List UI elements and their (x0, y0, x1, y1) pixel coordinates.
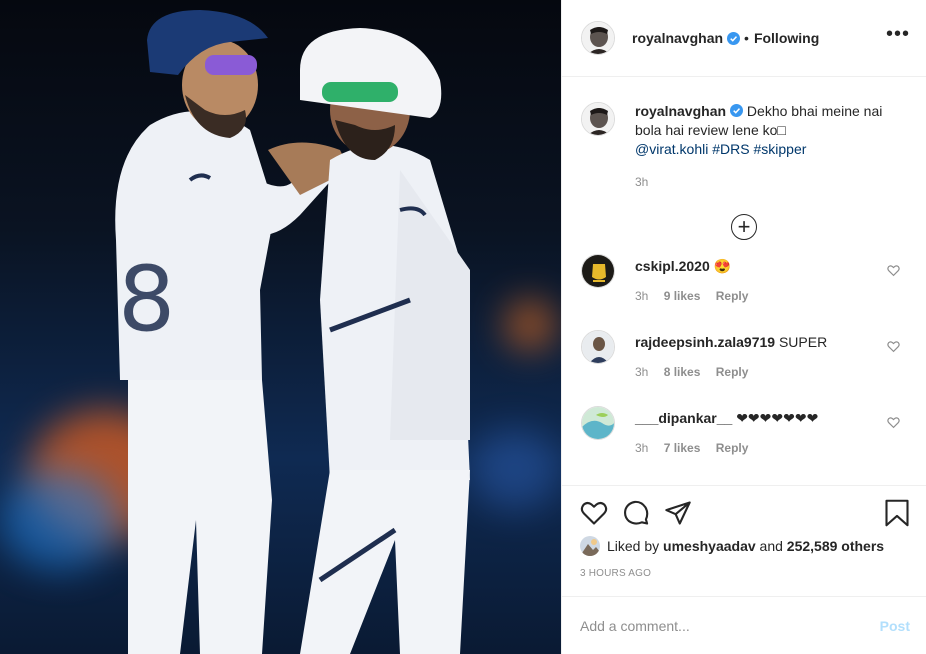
heart-icon[interactable] (580, 499, 608, 527)
comment-time[interactable]: 3h (635, 289, 648, 303)
commenter-avatar[interactable] (581, 330, 615, 364)
add-circle-icon[interactable]: + (731, 214, 757, 240)
post-timestamp[interactable]: 3 HOURS AGO (580, 568, 910, 579)
share-icon[interactable] (664, 499, 692, 527)
comment-username[interactable]: rajdeepsinh.zala9719 (635, 334, 775, 350)
action-icons (580, 486, 910, 540)
comments-section: royalnavghan Dekho bhai meine nai bola h… (562, 77, 926, 485)
commenter-avatar-image (582, 331, 614, 363)
comment-heart-icon[interactable] (887, 340, 900, 353)
likes-middle: and (759, 538, 783, 554)
comment-body: cskipl.2020 😍 3h 9 likes Reply (635, 254, 910, 330)
comment-text-row: ___dipankar__ ❤❤❤❤❤❤❤ (635, 409, 910, 427)
comment-time[interactable]: 3h (635, 441, 648, 455)
verified-badge-icon (730, 104, 744, 117)
comment-item: cskipl.2020 😍 3h 9 likes Reply (562, 254, 926, 330)
following-button[interactable]: Following (754, 30, 819, 46)
reply-button[interactable]: Reply (716, 441, 749, 455)
post-comment-button[interactable]: Post (880, 618, 910, 634)
liker-username[interactable]: umeshyaadav (663, 538, 756, 554)
commenter-avatar-image (582, 255, 614, 287)
comment-likes[interactable]: 8 likes (664, 365, 701, 379)
comment-icon[interactable] (622, 499, 650, 527)
more-options-icon[interactable]: ••• (886, 24, 910, 47)
bookmark-icon[interactable] (884, 499, 910, 527)
caption-avatar[interactable] (581, 102, 615, 136)
comment-text-row: rajdeepsinh.zala9719 SUPER (635, 333, 910, 351)
comment-likes[interactable]: 7 likes (664, 441, 701, 455)
likes-others[interactable]: 252,589 others (787, 538, 884, 554)
svg-text:8: 8 (118, 247, 175, 352)
caption-mention[interactable]: @virat.kohli (635, 141, 708, 157)
post-photo[interactable]: 8 (0, 0, 561, 654)
comment-username[interactable]: cskipl.2020 (635, 258, 710, 274)
likes-summary: Liked by umeshyaadav and 252,589 others (580, 536, 910, 556)
action-bar: Liked by umeshyaadav and 252,589 others … (562, 485, 926, 579)
caption: royalnavghan Dekho bhai meine nai bola h… (562, 77, 926, 192)
comment-input[interactable] (580, 617, 880, 634)
comment-meta: 3h 9 likes Reply (635, 289, 910, 303)
add-comment-form: Post (562, 596, 926, 654)
comment-item: rajdeepsinh.zala9719 SUPER 3h 8 likes Re… (562, 330, 926, 406)
comment-time[interactable]: 3h (635, 365, 648, 379)
commenter-avatar[interactable] (581, 254, 615, 288)
comment-body: rajdeepsinh.zala9719 SUPER 3h 8 likes Re… (635, 330, 910, 406)
instagram-post: 8 royalnavghan • Following ••• royalnavg… (0, 0, 926, 654)
caption-avatar-image (582, 103, 614, 135)
author-avatar[interactable] (581, 21, 615, 55)
cricketers-illustration: 8 (115, 10, 470, 654)
verified-badge-icon (727, 31, 741, 45)
author-avatar-image (582, 22, 614, 54)
caption-body: royalnavghan Dekho bhai meine nai bola h… (635, 102, 905, 192)
post-header: royalnavghan • Following ••• (562, 0, 926, 77)
comment-meta: 3h 8 likes Reply (635, 365, 910, 379)
liker-avatar-image (580, 536, 600, 556)
comment-text-row: cskipl.2020 😍 (635, 257, 910, 275)
comment-heart-icon[interactable] (887, 264, 900, 277)
caption-hashtag-skipper[interactable]: #skipper (753, 141, 806, 157)
comment-username[interactable]: ___dipankar__ (635, 410, 732, 426)
load-more-comments[interactable]: + (562, 214, 926, 244)
comment-meta: 3h 7 likes Reply (635, 441, 910, 455)
header-separator: • (744, 30, 749, 46)
caption-text-missing-glyph: □ (777, 122, 786, 138)
caption-username[interactable]: royalnavghan (635, 103, 726, 119)
likes-prefix: Liked by (607, 538, 660, 554)
comment-text: 😍 (713, 258, 732, 274)
caption-time[interactable]: 3h (635, 173, 905, 192)
comment-text: ❤❤❤❤❤❤❤ (736, 410, 819, 426)
post-details-panel: royalnavghan • Following ••• royalnavgha… (561, 0, 926, 654)
comment-body: ___dipankar__ ❤❤❤❤❤❤❤ 3h 7 likes Reply (635, 406, 910, 482)
comment-likes[interactable]: 9 likes (664, 289, 701, 303)
comment-heart-icon[interactable] (887, 416, 900, 429)
reply-button[interactable]: Reply (716, 289, 749, 303)
commenter-avatar[interactable] (581, 406, 615, 440)
liker-avatar[interactable] (580, 536, 600, 556)
author-username[interactable]: royalnavghan (632, 30, 723, 46)
commenter-avatar-image (582, 407, 614, 439)
comment-item: ___dipankar__ ❤❤❤❤❤❤❤ 3h 7 likes Reply (562, 406, 926, 482)
reply-button[interactable]: Reply (716, 365, 749, 379)
comment-text: SUPER (778, 334, 828, 350)
caption-hashtag-drs[interactable]: #DRS (712, 141, 749, 157)
